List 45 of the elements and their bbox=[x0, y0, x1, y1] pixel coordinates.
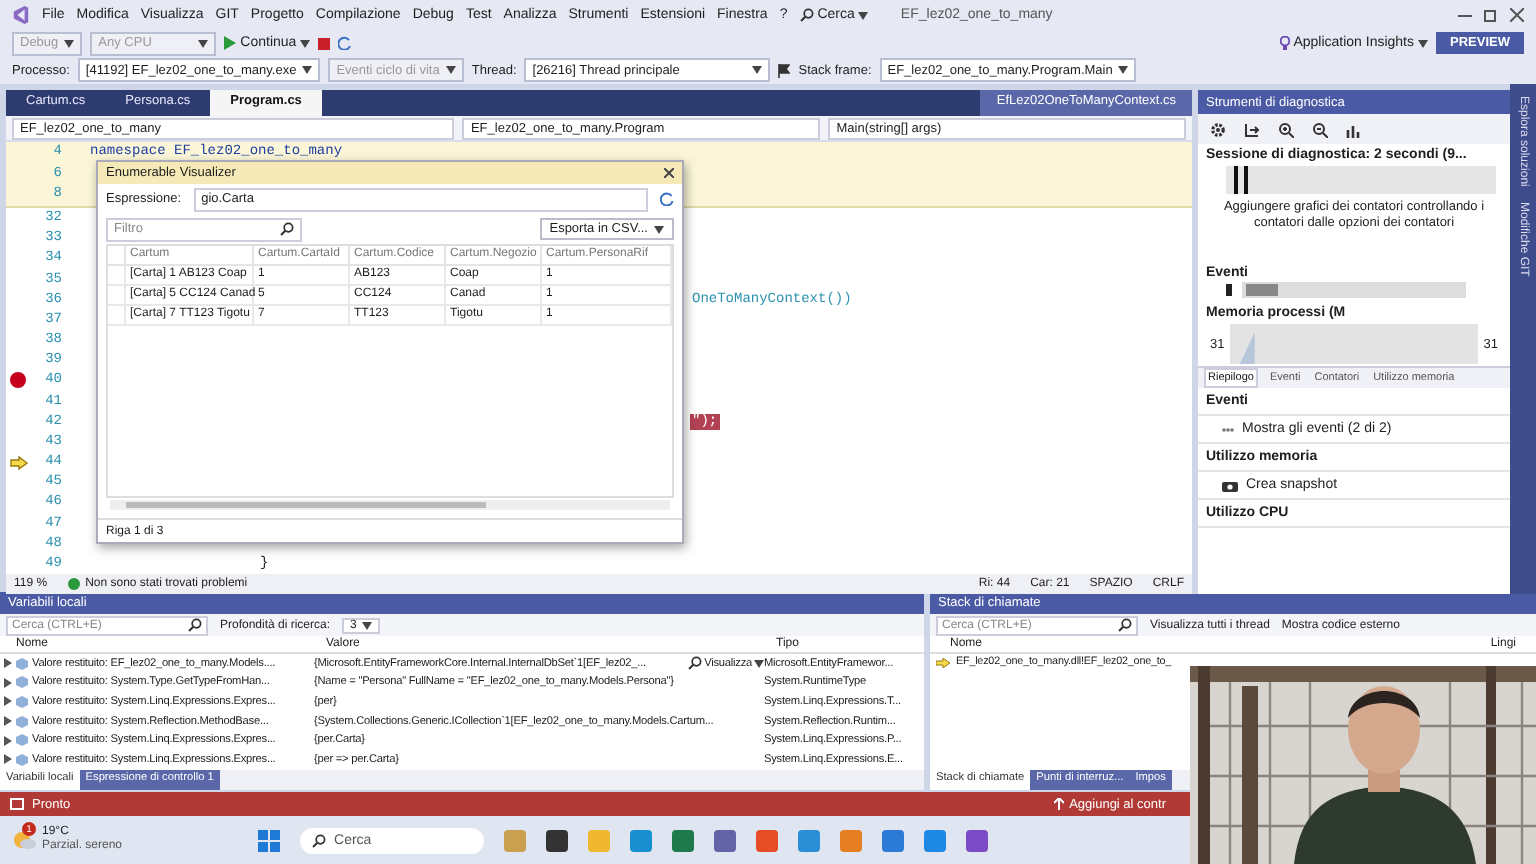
breakpoint-icon[interactable] bbox=[10, 372, 26, 389]
search-icon bbox=[312, 833, 327, 847]
export-icon[interactable] bbox=[1244, 121, 1260, 137]
caret-icon bbox=[302, 66, 313, 74]
stop-icon[interactable] bbox=[318, 37, 331, 49]
check-circle-icon bbox=[67, 578, 80, 590]
camera-icon bbox=[1222, 479, 1238, 491]
start-icon[interactable] bbox=[258, 829, 281, 851]
restore-icon[interactable] bbox=[1484, 8, 1498, 22]
caret-icon bbox=[1418, 39, 1429, 47]
play-icon bbox=[224, 36, 237, 50]
zoom-in-icon[interactable] bbox=[1278, 121, 1294, 137]
caret-icon bbox=[64, 39, 75, 47]
restart-icon[interactable] bbox=[338, 36, 353, 50]
caret-icon bbox=[858, 11, 869, 19]
up-arrow-icon bbox=[1053, 798, 1064, 810]
caret-icon bbox=[445, 66, 456, 74]
caret-icon bbox=[300, 39, 311, 47]
caret-icon bbox=[752, 66, 763, 74]
search-icon bbox=[188, 618, 202, 632]
events-icon bbox=[1222, 425, 1234, 433]
app-icon[interactable] bbox=[546, 829, 569, 851]
weather-icon[interactable] bbox=[12, 830, 36, 850]
flag-icon[interactable] bbox=[778, 63, 791, 77]
lightbulb-icon bbox=[1279, 36, 1290, 50]
settings-icon[interactable] bbox=[1210, 121, 1226, 137]
app-icon[interactable] bbox=[714, 829, 737, 851]
app-icon[interactable] bbox=[966, 829, 989, 851]
search-icon bbox=[688, 656, 703, 671]
caret-icon bbox=[654, 225, 664, 233]
zoom-out-icon[interactable] bbox=[1312, 121, 1328, 137]
refresh-icon[interactable] bbox=[660, 192, 674, 206]
search-icon bbox=[1118, 618, 1132, 632]
chart-icon[interactable] bbox=[1346, 121, 1362, 137]
caret-icon bbox=[1118, 66, 1129, 74]
close-icon[interactable] bbox=[1510, 8, 1524, 22]
output-icon bbox=[10, 798, 24, 810]
search-icon bbox=[799, 8, 814, 22]
close-icon[interactable] bbox=[664, 168, 674, 178]
caret-icon bbox=[754, 659, 764, 668]
current-frame-arrow-icon bbox=[936, 657, 950, 667]
caret-icon bbox=[198, 39, 209, 47]
caret-icon bbox=[362, 621, 373, 629]
app-logo-icon bbox=[12, 6, 30, 24]
search-icon bbox=[280, 222, 294, 236]
